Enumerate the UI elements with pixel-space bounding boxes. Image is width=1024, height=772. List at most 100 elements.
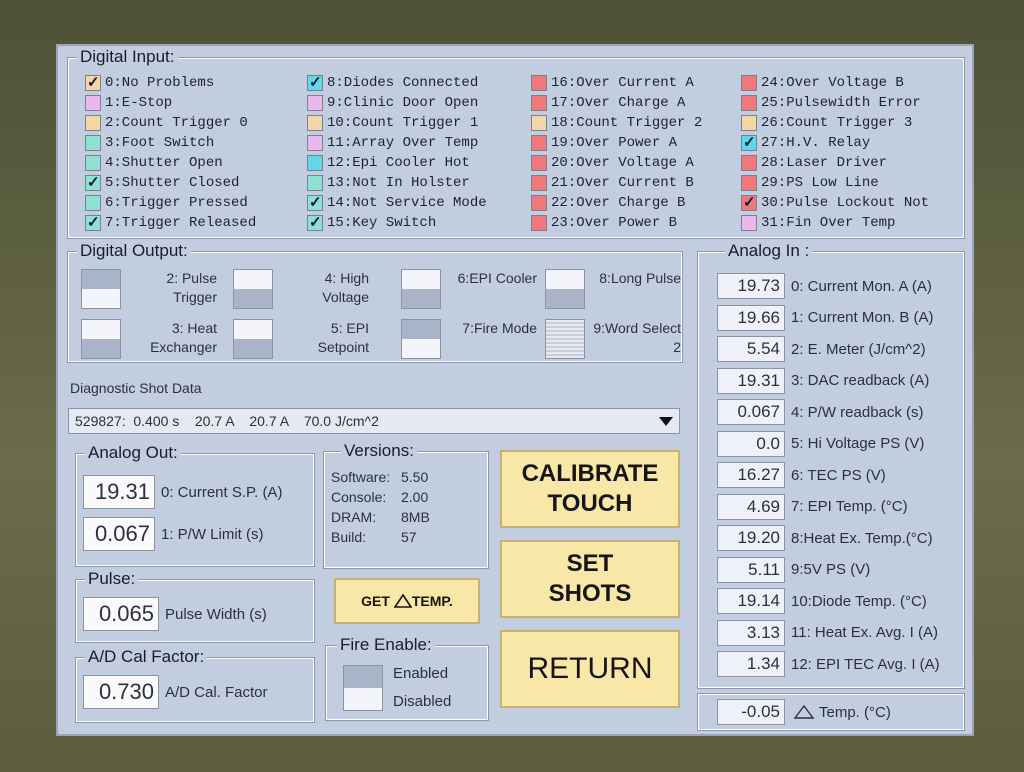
digital-input-column: 0:No Problems 1:E-Stop 2:Count Trigger 0 3:…	[85, 73, 256, 233]
version-value: 2.00	[401, 489, 429, 505]
digital-input-label: 15:Key Switch	[327, 215, 437, 231]
current-sp-field[interactable]: 19.31	[83, 475, 155, 509]
digital-output-label: 4: High Voltage	[322, 270, 369, 305]
status-indicator	[741, 215, 757, 231]
analog-in-value: 19.31	[717, 367, 785, 394]
check-icon	[307, 193, 323, 211]
digital-output-label: 7:Fire Mode	[462, 320, 537, 336]
digital-input-label: 22:Over Charge B	[551, 195, 686, 211]
analog-out-panel: Analog Out: 19.31 0: Current S.P. (A) 0.…	[75, 443, 315, 567]
digital-output-item[interactable]: 4: High Voltage	[233, 267, 373, 311]
analog-in-label: 3: DAC readback (A)	[791, 372, 930, 389]
digital-output-panel: Digital Output: 2: Pulse Trigger 4: High …	[67, 241, 685, 363]
digital-output-switch[interactable]	[233, 269, 273, 309]
analog-in-row: 19.31 3: DAC readback (A)	[717, 367, 930, 394]
status-indicator	[741, 155, 757, 171]
digital-input-label: 12:Epi Cooler Hot	[327, 155, 470, 171]
delta-icon	[793, 705, 815, 719]
digital-input-label: 26:Count Trigger 3	[761, 115, 913, 131]
check-icon	[85, 173, 101, 191]
digital-input-item: 8:Diodes Connected	[307, 73, 487, 93]
status-indicator	[741, 175, 757, 191]
fire-enabled-label: Enabled	[393, 665, 449, 682]
digital-input-label: 4:Shutter Open	[105, 155, 223, 171]
dropdown-arrow-icon[interactable]	[659, 417, 673, 426]
version-row: Console: 2.00	[331, 487, 430, 507]
analog-in-label: 2: E. Meter (J/cm^2)	[791, 340, 926, 358]
digital-input-item: 6:Trigger Pressed	[85, 193, 256, 213]
analog-in-label: 9:5V PS (V)	[791, 561, 871, 578]
digital-output-switch[interactable]	[233, 319, 273, 359]
digital-output-switch[interactable]	[401, 269, 441, 309]
digital-output-label: 8:Long Pulse	[599, 270, 681, 286]
status-indicator	[307, 115, 323, 131]
digital-input-label: 20:Over Voltage A	[551, 155, 694, 171]
delta-temp-panel: -0.05 Temp. (°C)	[697, 693, 965, 731]
status-indicator	[531, 175, 547, 191]
set-shots-button[interactable]: SET SHOTS	[500, 540, 680, 618]
digital-input-item: 13:Not In Holster	[307, 173, 487, 193]
version-row: Build: 57	[331, 527, 430, 547]
digital-output-switch[interactable]	[545, 319, 585, 359]
digital-output-switch[interactable]	[401, 319, 441, 359]
digital-input-label: 29:PS Low Line	[761, 175, 879, 191]
pw-limit-field[interactable]: 0.067	[83, 517, 155, 551]
calibrate-touch-button[interactable]: CALIBRATE TOUCH	[500, 450, 680, 528]
digital-input-label: 27:H.V. Relay	[761, 135, 871, 151]
analog-in-value: 4.69	[717, 493, 785, 520]
digital-output-label: 6:EPI Cooler	[457, 270, 537, 286]
version-key: Software:	[331, 469, 391, 485]
digital-output-switch[interactable]	[545, 269, 585, 309]
status-indicator	[307, 135, 323, 151]
analog-in-panel: Analog In : 19.73 0: Current Mon. A (A) 19…	[697, 241, 965, 689]
digital-output-item[interactable]: 5: EPI Setpoint	[233, 317, 373, 361]
digital-output-item[interactable]: 3: Heat Exchanger	[81, 317, 221, 361]
digital-input-panel: Digital Input: 0:No Problems 1:E-Stop 2:Co…	[67, 47, 965, 239]
digital-input-item: 9:Clinic Door Open	[307, 93, 487, 113]
ad-cal-field[interactable]: 0.730	[83, 675, 159, 709]
analog-in-label: 8:Heat Ex. Temp.(°C)	[791, 529, 933, 547]
analog-out-row: 0.067 1: P/W Limit (s)	[83, 517, 264, 551]
analog-in-label: 10:Diode Temp. (°C)	[791, 592, 927, 610]
analog-in-label: 7: EPI Temp. (°C)	[791, 498, 908, 515]
analog-in-row: 19.20 8:Heat Ex. Temp.(°C)	[717, 525, 933, 551]
digital-input-label: 7:Trigger Released	[105, 215, 257, 231]
return-button[interactable]: RETURN	[500, 630, 680, 708]
pulse-width-label: Pulse Width (s)	[165, 605, 267, 623]
ad-cal-label: A/D Cal. Factor	[165, 683, 268, 701]
digital-input-item: 16:Over Current A	[531, 73, 702, 93]
analog-in-value: 19.14	[717, 588, 785, 614]
digital-output-switch[interactable]	[81, 269, 121, 309]
digital-output-item[interactable]: 8:Long Pulse	[545, 267, 685, 311]
pulse-title: Pulse:	[85, 569, 139, 589]
digital-input-label: 18:Count Trigger 2	[551, 115, 703, 131]
digital-output-item[interactable]: 2: Pulse Trigger	[81, 267, 221, 311]
analog-in-label: 4: P/W readback (s)	[791, 403, 924, 421]
digital-output-item[interactable]: 6:EPI Cooler	[401, 267, 541, 311]
digital-input-item: 19:Over Power A	[531, 133, 702, 153]
analog-in-value: 5.11	[717, 556, 785, 583]
fire-enable-switch[interactable]	[343, 665, 383, 711]
digital-output-item[interactable]: 9:Word Select 2	[545, 317, 685, 361]
status-indicator	[531, 195, 547, 211]
ad-cal-title: A/D Cal Factor:	[85, 647, 208, 667]
version-key: DRAM:	[331, 509, 377, 525]
status-indicator	[741, 95, 757, 111]
status-indicator	[85, 195, 101, 211]
delta-icon	[393, 594, 412, 608]
digital-input-item: 4:Shutter Open	[85, 153, 256, 173]
diagnostic-select[interactable]: 529827: 0.400 s 20.7 A 20.7 A 70.0 J/cm^…	[68, 408, 680, 434]
ad-cal-row: 0.730 A/D Cal. Factor	[83, 675, 268, 709]
get-temp-button[interactable]: GET TEMP.	[334, 578, 480, 624]
version-row: Software: 5.50	[331, 467, 430, 487]
digital-input-label: 30:Pulse Lockout Not	[761, 195, 930, 211]
digital-output-item[interactable]: 7:Fire Mode	[401, 317, 541, 361]
pulse-panel: Pulse: 0.065 Pulse Width (s)	[75, 569, 315, 643]
digital-output-switch[interactable]	[81, 319, 121, 359]
analog-in-row: 19.66 1: Current Mon. B (A)	[717, 304, 934, 331]
status-indicator	[531, 155, 547, 171]
pulse-width-field[interactable]: 0.065	[83, 597, 159, 631]
digital-input-label: 19:Over Power A	[551, 135, 678, 151]
digital-input-item: 5:Shutter Closed	[85, 173, 256, 193]
analog-in-value: 0.067	[717, 399, 785, 425]
